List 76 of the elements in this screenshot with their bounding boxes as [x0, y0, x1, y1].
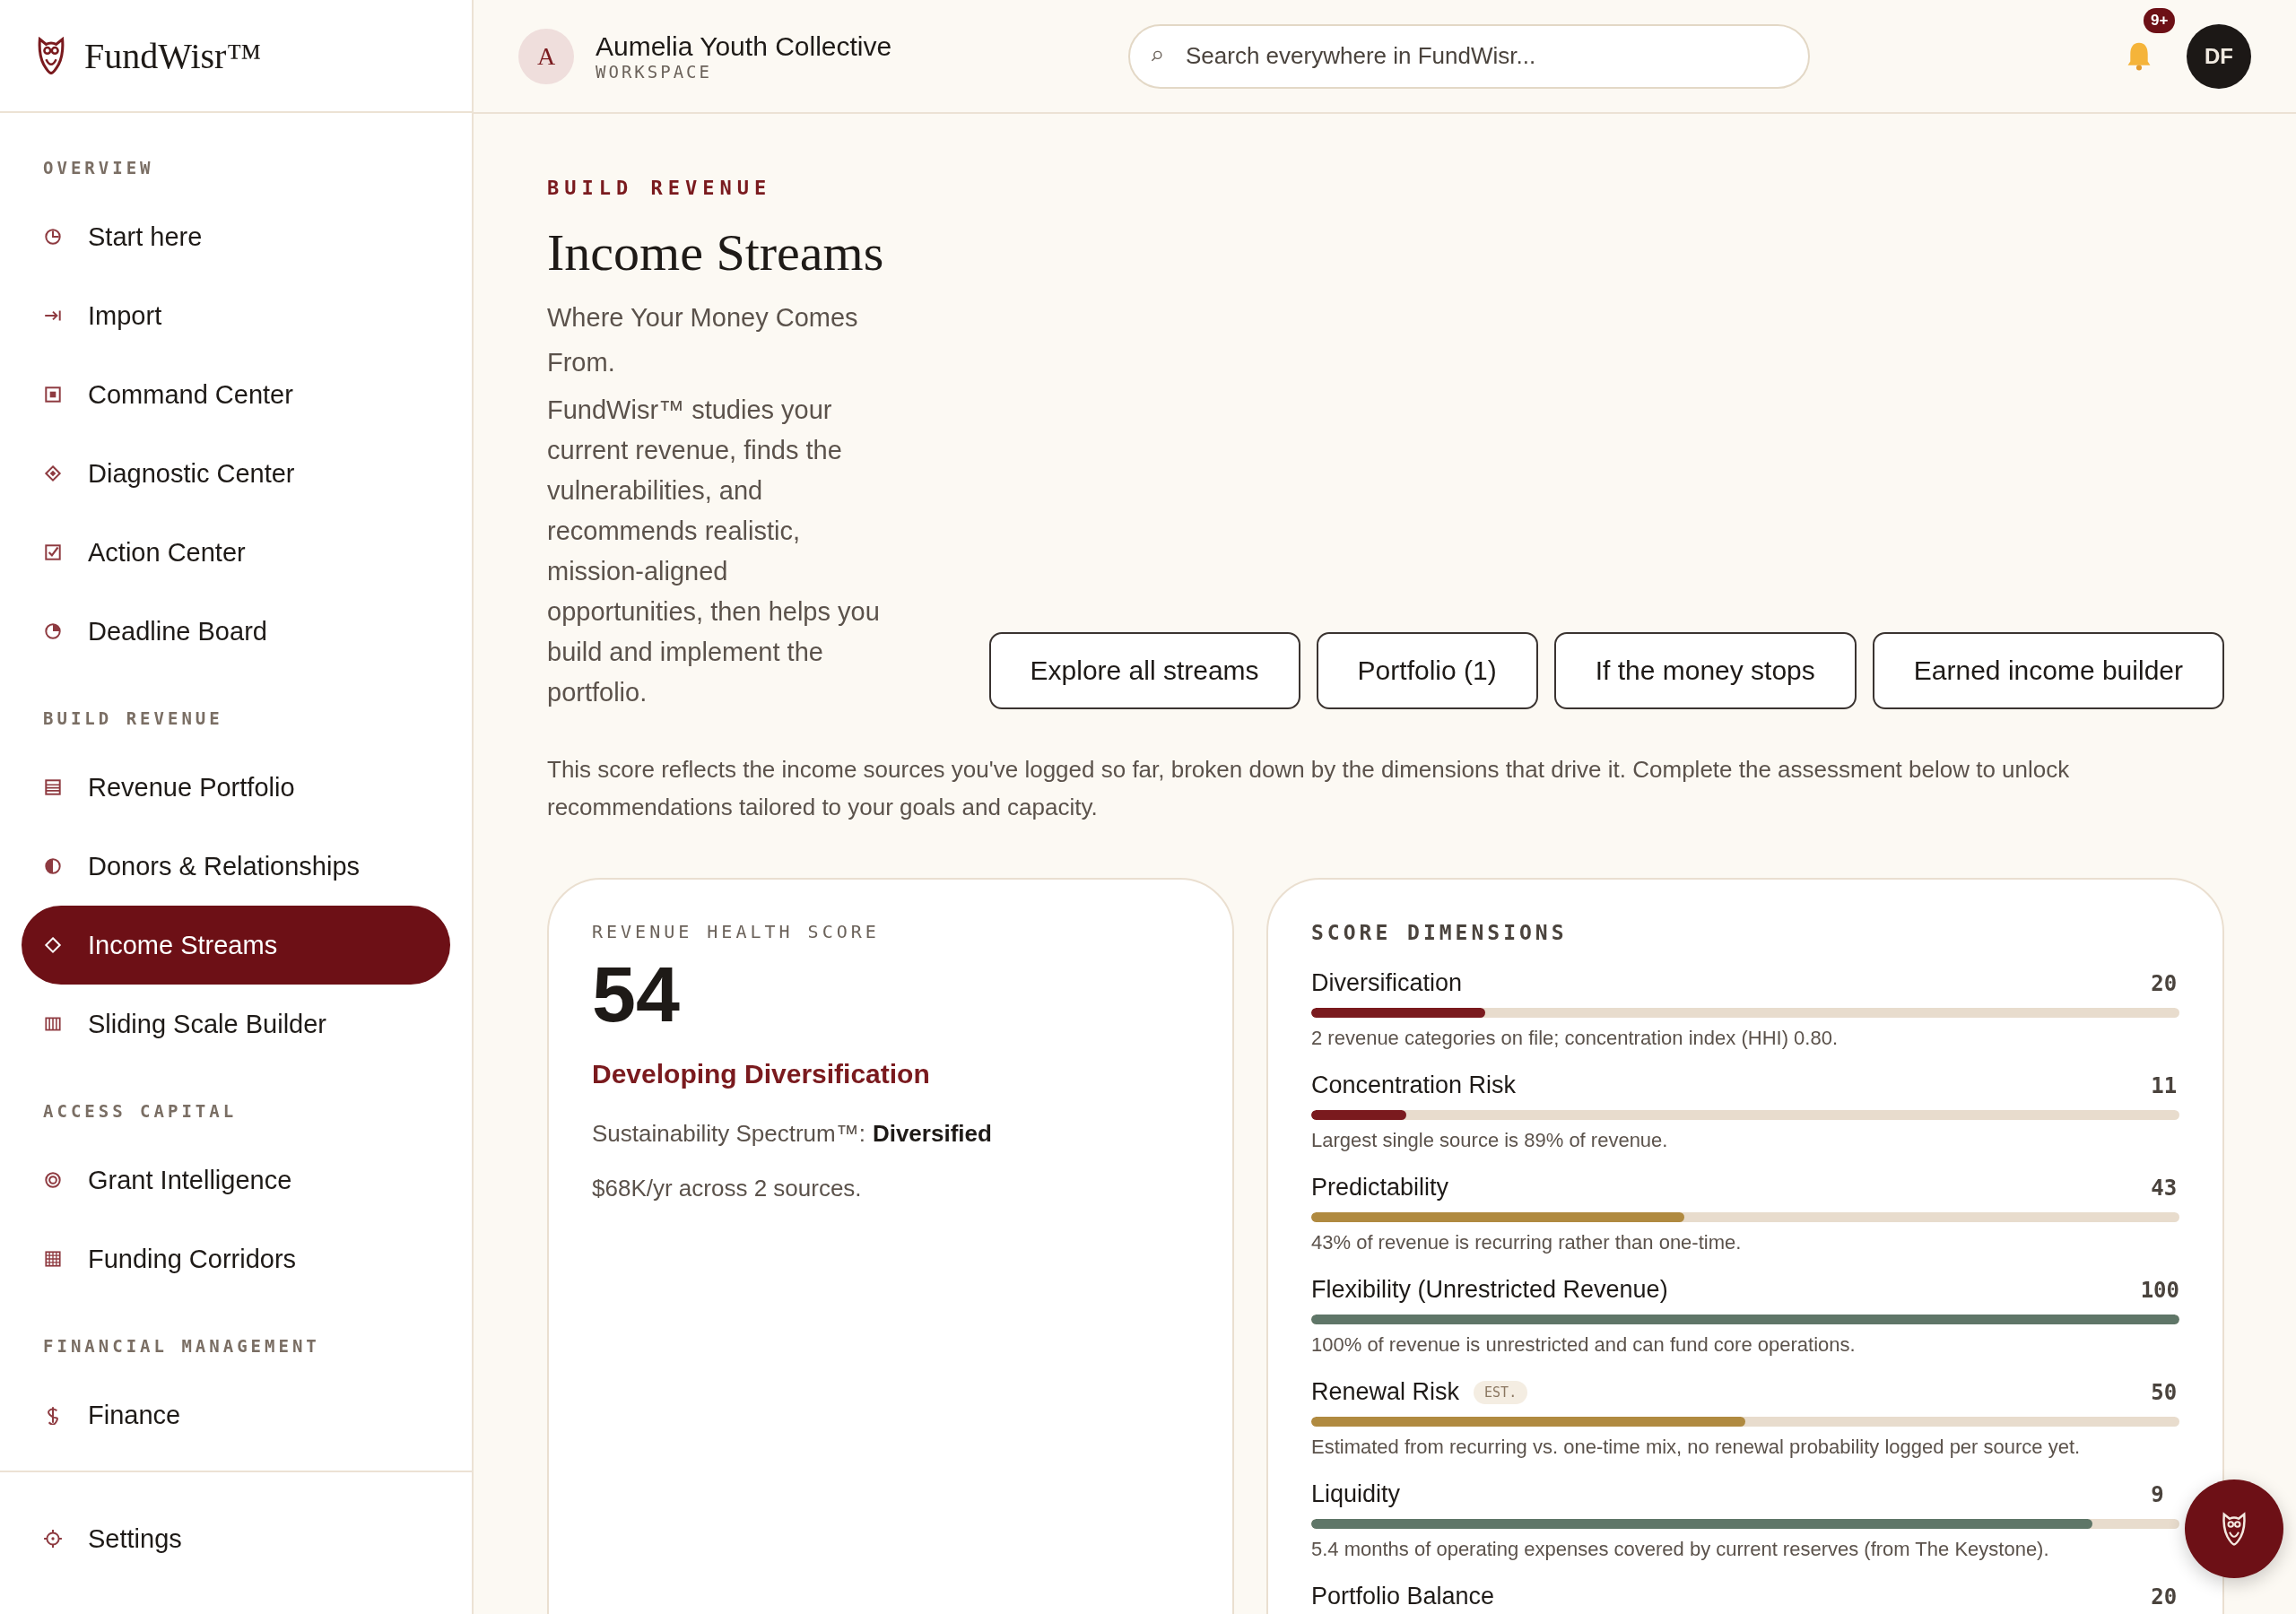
- dimension-score: 9: [2151, 1481, 2165, 1507]
- dimension-note: Largest single source is 89% of revenue.: [1311, 1129, 1669, 1152]
- dimension-note: 2 revenue categories on file; concentration index (HHI) 0.80.: [1311, 1027, 1839, 1050]
- dimension-score: 43: [2151, 1175, 2179, 1201]
- dimension-name: Renewal Risk: [1311, 1378, 1460, 1406]
- pie-icon: [43, 621, 63, 641]
- workspace-name: Aumelia Youth Collective: [596, 30, 892, 62]
- diamond-icon: [43, 464, 63, 483]
- dimension-score: 11: [2151, 1072, 2179, 1098]
- dimension-note: 43% of revenue is recurring rather than one-time.: [1311, 1231, 1743, 1254]
- dimension-name: Portfolio Balance: [1311, 1583, 1495, 1610]
- rings-icon: [43, 1170, 63, 1190]
- nav-item[interactable]: Action Center: [22, 513, 450, 592]
- dimension-note: 100% of revenue is unrestricted and can fund core operations.: [1311, 1333, 1857, 1357]
- spectrum-label: Sustainability Spectrum™:: [592, 1120, 865, 1148]
- notification-badge: 9+: [2144, 7, 2176, 33]
- nav-item[interactable]: Command Center: [22, 355, 450, 434]
- section-heading: FINANCIAL MANAGEMENT: [42, 1335, 321, 1358]
- brand-name: FundWisr™: [84, 34, 262, 77]
- dimension-name: Liquidity: [1311, 1480, 1401, 1508]
- dimension-score: 20: [2151, 1584, 2179, 1610]
- card-label: REVENUE HEALTH SCORE: [592, 921, 881, 942]
- square-target-icon: [43, 385, 63, 404]
- page-subtitle: Where Your Money Comes From.: [547, 302, 859, 378]
- nav-item[interactable]: Sliding Scale Builder: [22, 985, 450, 1063]
- half-circle-icon: [43, 856, 63, 876]
- workspace-label: WORKSPACE: [596, 61, 713, 82]
- section-heading: OVERVIEW: [42, 157, 155, 179]
- search-field[interactable]: Search everywhere in FundWisr...: [1128, 23, 1810, 89]
- grid-icon: [43, 1249, 63, 1269]
- settings-icon: [43, 1529, 63, 1549]
- intro-text: FundWisr™ studies your current revenue, finds the vulnerabilities, and recommends realistic, mission-aligned opportunities, then helps you build and implement the portfolio.: [547, 395, 881, 708]
- nav-item[interactable]: Finance: [22, 1375, 450, 1454]
- search-icon: [1150, 48, 1164, 64]
- nav-item[interactable]: Income Streams: [22, 906, 450, 985]
- action-button[interactable]: Earned income builder: [1872, 632, 2224, 709]
- dimension-name: Flexibility (Unrestricted Revenue): [1311, 1276, 1668, 1304]
- score-rating: Developing Diversification: [592, 1059, 931, 1089]
- nav-item[interactable]: Settings: [22, 1499, 450, 1578]
- action-button[interactable]: Explore all streams: [988, 632, 1300, 709]
- dimension-name: Diversification: [1311, 969, 1463, 997]
- dimension-name: Concentration Risk: [1311, 1072, 1517, 1099]
- score-summary: $68K/yr across 2 sources.: [592, 1175, 863, 1202]
- nav-item[interactable]: Grant Intelligence: [22, 1141, 450, 1219]
- dimension-score: 20: [2151, 970, 2179, 996]
- eyebrow-label: BUILD REVENUE: [547, 177, 773, 199]
- dimension-note: Estimated from recurring vs. one-time mix, no renewal probability logged per source yet.: [1311, 1436, 2082, 1459]
- card-label: SCORE DIMENSIONS: [1311, 921, 1569, 944]
- owl-logo-icon: [36, 37, 66, 74]
- nav-item[interactable]: Deadline Board: [22, 592, 450, 671]
- nav-item[interactable]: Diagnostic Center: [22, 434, 450, 513]
- estimate-tag: EST.: [1474, 1380, 1528, 1404]
- nav-item[interactable]: Start here: [22, 197, 450, 276]
- dimension-score: 50: [2151, 1379, 2179, 1405]
- spectrum-value: Diversified: [872, 1120, 992, 1148]
- section-heading: BUILD REVENUE: [42, 707, 224, 730]
- list-icon: [43, 777, 63, 797]
- user-avatar[interactable]: DF: [2187, 23, 2251, 89]
- nav-item[interactable]: Import: [22, 276, 450, 355]
- dimension-note: 5.4 months of operating expenses covered by current reserves (from The Keystone).: [1311, 1538, 2050, 1561]
- clock-icon: [43, 227, 63, 247]
- workspace-avatar: A: [518, 28, 574, 84]
- nav-item[interactable]: Funding Corridors: [22, 1219, 450, 1298]
- action-button[interactable]: If the money stops: [1553, 632, 1857, 709]
- page-title: Income Streams: [547, 222, 885, 282]
- dimension-score: 100: [2140, 1277, 2179, 1303]
- section-heading: ACCESS CAPITAL: [42, 1100, 239, 1123]
- checkbox-icon: [43, 542, 63, 562]
- score-note: This score reflects the income sources you've logged so far, broken down by the dimensions that drive it. Complete the assessment below to unlock recommendations tailored to your goals and capacity.: [547, 755, 2071, 822]
- dimension-name: Predictability: [1311, 1174, 1449, 1202]
- owl-icon: [2221, 1512, 2248, 1546]
- action-button[interactable]: Portfolio (1): [1316, 632, 1538, 709]
- score-value: 54: [592, 955, 681, 1034]
- nav-item[interactable]: Donors & Relationships: [22, 827, 450, 906]
- nav-item[interactable]: Revenue Portfolio: [22, 748, 450, 827]
- diamond-icon: [43, 935, 63, 955]
